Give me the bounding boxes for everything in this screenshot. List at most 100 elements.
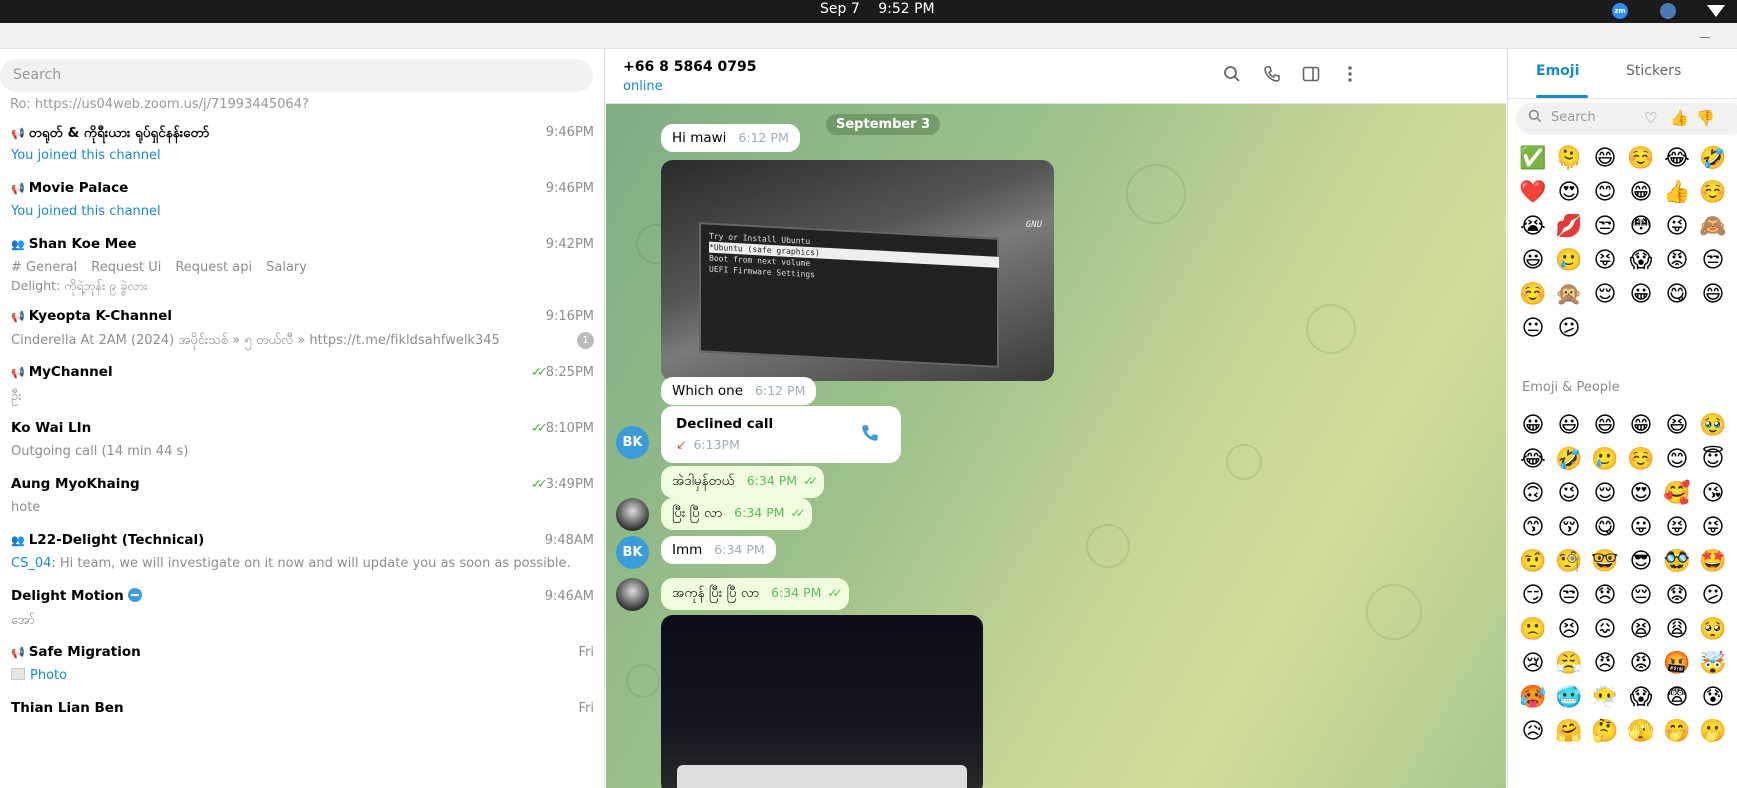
message-bubble[interactable]: Imm 6:34 PM: [661, 536, 776, 564]
photo-message[interactable]: GNU Try or Install Ubuntu *Ubuntu (safe …: [661, 160, 1054, 381]
emoji-button[interactable]: 😰: [1698, 683, 1728, 713]
emoji-button[interactable]: 😥: [1518, 717, 1548, 747]
emoji-button[interactable]: 😱: [1626, 683, 1656, 713]
emoji-button[interactable]: 🥲: [1554, 246, 1584, 276]
emoji-button[interactable]: 😱: [1626, 246, 1656, 276]
thumbs-up-category-icon[interactable]: 👍: [1670, 109, 1689, 127]
emoji-button[interactable]: 🤗: [1554, 717, 1584, 747]
emoji-button[interactable]: 😂: [1662, 144, 1692, 174]
emoji-button[interactable]: ☺️: [1626, 144, 1656, 174]
emoji-button[interactable]: 🫣: [1626, 717, 1656, 747]
emoji-button[interactable]: 🫠: [1554, 144, 1584, 174]
emoji-button[interactable]: 😛: [1626, 513, 1656, 543]
message-bubble[interactable]: Hi mawi 6:12 PM: [661, 124, 800, 152]
emoji-button[interactable]: 😌: [1590, 479, 1620, 509]
emoji-button[interactable]: 😋: [1662, 280, 1692, 310]
emoji-button[interactable]: 😟: [1662, 581, 1692, 611]
chat-list-item[interactable]: 📢 Movie Palace 9:46PM You joined this chann…: [0, 173, 604, 235]
emoji-search-input[interactable]: Search ♡ 👍 👎: [1516, 103, 1737, 135]
emoji-button[interactable]: 🤯: [1698, 649, 1728, 679]
call-message[interactable]: Declined call ↙ 6:13PM: [661, 406, 901, 463]
search-icon[interactable]: [1221, 65, 1243, 87]
phone-icon[interactable]: [1261, 65, 1283, 87]
message-area[interactable]: September 3 Hi mawi 6:12 PM GNU Try or In…: [606, 104, 1506, 788]
emoji-button[interactable]: 😶‍🌫️: [1590, 683, 1620, 713]
topic-tag[interactable]: Salary: [266, 260, 307, 275]
system-clock[interactable]: Sep 7 9:52 PM: [820, 0, 949, 18]
emoji-button[interactable]: 🫢: [1698, 717, 1728, 747]
emoji-button[interactable]: 😫: [1626, 615, 1656, 645]
emoji-button[interactable]: ✅: [1518, 144, 1548, 174]
emoji-button[interactable]: 😙: [1518, 513, 1548, 543]
phone-icon[interactable]: [860, 423, 880, 448]
zoom-tray-icon[interactable]: zm: [1612, 3, 1628, 19]
emoji-button[interactable]: 🤓: [1590, 547, 1620, 577]
emoji-button[interactable]: 😇: [1698, 445, 1728, 475]
emoji-button[interactable]: 😆: [1662, 411, 1692, 441]
emoji-button[interactable]: 🙈: [1698, 212, 1728, 242]
emoji-button[interactable]: 😄: [1698, 280, 1728, 310]
emoji-button[interactable]: 😄: [1590, 411, 1620, 441]
chat-list-item[interactable]: Aung MyoKhaing ✓✓ 3:49PM hote: [0, 469, 604, 531]
emoji-button[interactable]: 😒: [1698, 246, 1728, 276]
message-bubble-out[interactable]: အကုန် ပြီး ပြီ လာ 6:34 PM ✓✓: [661, 578, 849, 610]
emoji-button[interactable]: 😍: [1626, 479, 1656, 509]
heart-category-icon[interactable]: ♡: [1644, 109, 1657, 127]
emoji-button[interactable]: 🙁: [1518, 615, 1548, 645]
emoji-button[interactable]: 😤: [1554, 649, 1584, 679]
tab-stickers[interactable]: Stickers: [1626, 63, 1681, 79]
avatar[interactable]: [616, 498, 649, 531]
emoji-button[interactable]: 😉: [1554, 479, 1584, 509]
emoji-button[interactable]: 💋: [1554, 212, 1584, 242]
emoji-button[interactable]: 😒: [1554, 581, 1584, 611]
chat-list-item[interactable]: Delight Motion 9:46AM အော်: [0, 581, 604, 643]
emoji-button[interactable]: 🥶: [1554, 683, 1584, 713]
emoji-button[interactable]: 😋: [1590, 513, 1620, 543]
telegram-tray-icon[interactable]: [1660, 3, 1676, 19]
emoji-button[interactable]: 😃: [1518, 246, 1548, 276]
chat-list-item[interactable]: 👥 L22-Delight (Technical) 9:48AM CS_04: Hi …: [0, 525, 604, 587]
emoji-button[interactable]: ❤️: [1518, 178, 1548, 208]
emoji-button[interactable]: ☺️: [1698, 178, 1728, 208]
emoji-button[interactable]: 🤩: [1698, 547, 1728, 577]
emoji-button[interactable]: 😄: [1590, 144, 1620, 174]
message-bubble[interactable]: Which one 6:12 PM: [661, 377, 817, 405]
emoji-button[interactable]: 🧐: [1554, 547, 1584, 577]
emoji-button[interactable]: 😨: [1662, 683, 1692, 713]
tab-emoji[interactable]: Emoji: [1536, 63, 1579, 79]
emoji-button[interactable]: 🙊: [1554, 280, 1584, 310]
emoji-button[interactable]: 🥺: [1698, 615, 1728, 645]
emoji-button[interactable]: 😁: [1626, 178, 1656, 208]
emoji-button[interactable]: 😜: [1662, 212, 1692, 242]
chat-list-item[interactable]: Ko Wai LIn ✓✓ 8:10PM Outgoing call (14 min …: [0, 413, 604, 475]
emoji-button[interactable]: 😁: [1626, 411, 1656, 441]
emoji-button[interactable]: 🥹: [1698, 411, 1728, 441]
emoji-button[interactable]: 😕: [1554, 314, 1584, 344]
emoji-button[interactable]: 😀: [1518, 411, 1548, 441]
avatar[interactable]: BK: [616, 426, 649, 459]
emoji-button[interactable]: 😒: [1590, 212, 1620, 242]
emoji-button[interactable]: 🙃: [1518, 479, 1548, 509]
message-bubble-out[interactable]: အဲဒါမှန်တယ် 6:34 PM ✓✓: [661, 466, 825, 498]
emoji-button[interactable]: 🥰: [1662, 479, 1692, 509]
emoji-button[interactable]: 😕: [1698, 581, 1728, 611]
emoji-button[interactable]: 😡: [1626, 649, 1656, 679]
chat-list-item[interactable]: 👥 Shan Koe Mee 9:42PM # General Request Ui Re…: [0, 229, 604, 301]
chat-header[interactable]: +66 8 5864 0795 online: [606, 49, 1506, 104]
emoji-button[interactable]: 🥵: [1518, 683, 1548, 713]
emoji-button[interactable]: 😭: [1518, 212, 1548, 242]
sidebar-toggle-icon[interactable]: [1300, 65, 1322, 87]
avatar[interactable]: BK: [616, 536, 649, 569]
emoji-button[interactable]: 🤣: [1554, 445, 1584, 475]
emoji-button[interactable]: 😀: [1626, 280, 1656, 310]
emoji-button[interactable]: 😊: [1662, 445, 1692, 475]
emoji-button[interactable]: 😡: [1662, 246, 1692, 276]
emoji-button[interactable]: 😂: [1518, 445, 1548, 475]
emoji-button[interactable]: 😳: [1626, 212, 1656, 242]
photo-message[interactable]: [661, 615, 983, 788]
chat-list-item[interactable]: 📢 Safe Migration Fri Photo: [0, 637, 604, 699]
topic-tag[interactable]: # General: [11, 260, 77, 275]
emoji-button[interactable]: 😜: [1698, 513, 1728, 543]
emoji-button[interactable]: 😣: [1554, 615, 1584, 645]
peer-name[interactable]: +66 8 5864 0795: [623, 59, 757, 75]
